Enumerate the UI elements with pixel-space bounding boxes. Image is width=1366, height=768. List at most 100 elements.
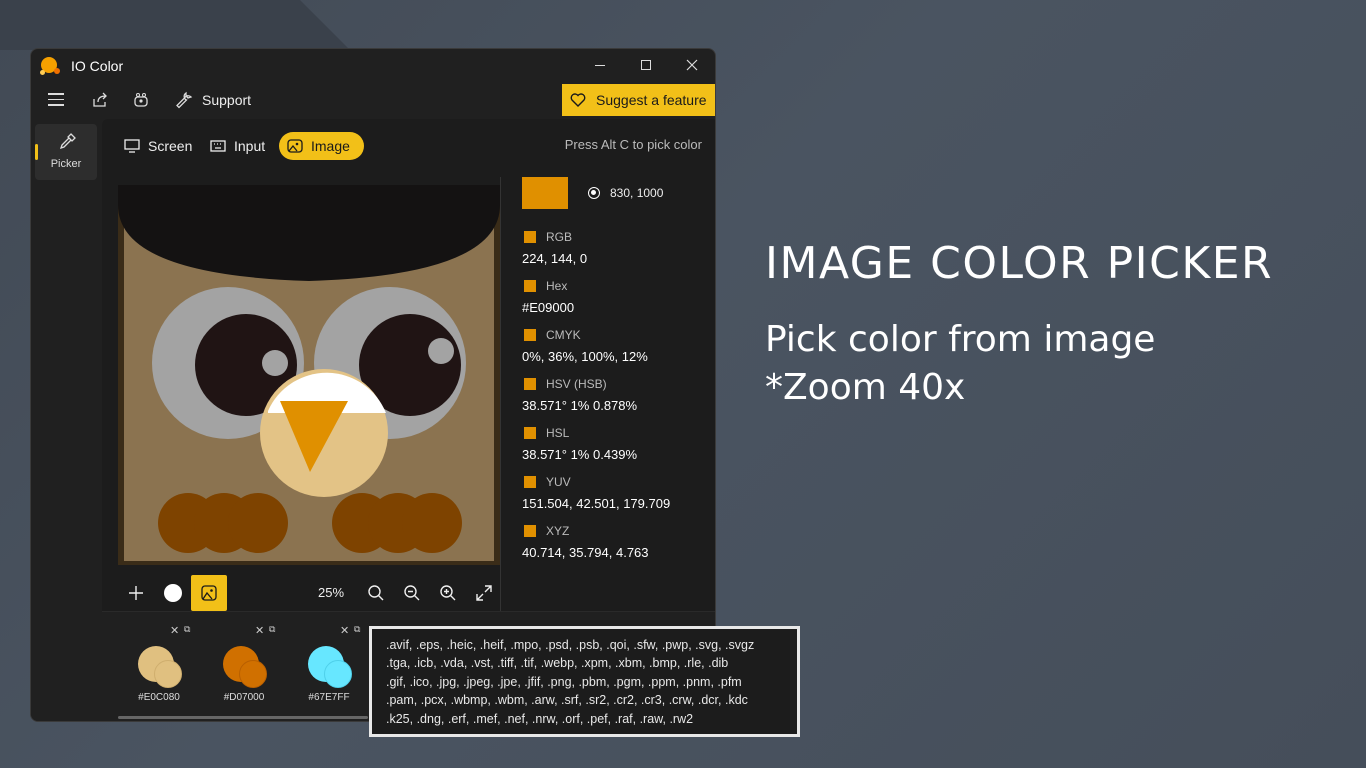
tab-input-label: Input xyxy=(234,138,266,154)
format-swatch xyxy=(524,427,536,439)
share-icon xyxy=(93,92,107,107)
minimize-button[interactable] xyxy=(577,49,623,81)
format-value[interactable]: #E09000 xyxy=(522,300,574,315)
eyedropper-icon xyxy=(59,133,76,150)
support-label[interactable]: Support xyxy=(202,92,251,108)
title-bar: IO Color xyxy=(31,49,715,83)
color-mode-button[interactable] xyxy=(155,575,191,611)
sidebar-item-label: Picker xyxy=(50,158,82,170)
close-icon xyxy=(686,59,698,71)
tooltip-line: .pam, .pcx, .wbmp, .wbm, .arw, .srf, .sr… xyxy=(386,693,748,708)
coordinate-radio[interactable] xyxy=(588,187,600,199)
tab-screen[interactable]: Screen xyxy=(124,132,192,160)
copy-color-icon[interactable]: ⧉ xyxy=(184,624,190,635)
wrench-icon xyxy=(176,91,193,109)
zoom-in-icon xyxy=(440,585,456,601)
suggest-feature-button[interactable]: Suggest a feature xyxy=(562,84,715,116)
saved-color-item[interactable]: ✕ ⧉ #D07000 xyxy=(203,624,283,714)
format-name: RGB xyxy=(546,230,573,244)
monitor-icon xyxy=(124,139,140,153)
zoom-out-button[interactable] xyxy=(394,575,430,611)
saved-color-item[interactable]: ✕ ⧉ #E0C080 xyxy=(118,624,198,714)
menu-button[interactable] xyxy=(48,93,64,110)
circle-icon xyxy=(164,584,182,602)
suggest-feature-label: Suggest a feature xyxy=(596,92,707,108)
tooltip-line: .gif, .ico, .jpg, .jpeg, .jpe, .jfif, .p… xyxy=(386,674,742,689)
search-icon xyxy=(368,585,384,601)
format-value[interactable]: 151.504, 42.501, 179.709 xyxy=(522,496,670,511)
format-name: HSL xyxy=(546,426,570,440)
owl-image xyxy=(118,185,500,567)
tooltip-line: .k25, .dng, .erf, .mef, .nef, .nrw, .orf… xyxy=(386,711,694,726)
format-value[interactable]: 0%, 36%, 100%, 12% xyxy=(522,349,648,364)
app-logo-icon xyxy=(40,57,61,75)
format-value[interactable]: 38.571° 1% 0.439% xyxy=(522,447,637,462)
tooltip-line: .avif, .eps, .heic, .heif, .mpo, .psd, .… xyxy=(386,638,755,652)
format-value[interactable]: 38.571° 1% 0.878% xyxy=(522,398,637,413)
format-swatch xyxy=(524,231,536,243)
app-title: IO Color xyxy=(71,58,124,74)
tooltip-line: .tga, .icb, .vda, .vst, .tiff, .tif, .we… xyxy=(386,656,729,671)
image-icon xyxy=(287,139,303,153)
keyboard-icon xyxy=(210,140,226,152)
add-image-button[interactable] xyxy=(118,575,154,611)
format-swatch xyxy=(524,525,536,537)
format-name: Hex xyxy=(546,279,568,293)
plus-icon xyxy=(129,586,143,600)
app-window: IO Color Support Suggest a feature Picke… xyxy=(30,48,716,722)
tab-input[interactable]: Input xyxy=(210,132,265,160)
format-value[interactable]: 224, 144, 0 xyxy=(522,251,587,266)
zoom-in-button[interactable] xyxy=(430,575,466,611)
sidebar-item-picker[interactable]: Picker xyxy=(35,124,97,180)
format-swatch xyxy=(524,378,536,390)
format-swatch xyxy=(524,329,536,341)
theme-button[interactable] xyxy=(130,89,152,111)
tab-screen-label: Screen xyxy=(148,138,193,154)
remove-color-icon[interactable]: ✕ xyxy=(170,624,179,637)
heart-icon xyxy=(570,93,586,107)
copy-color-icon[interactable]: ⧉ xyxy=(269,624,275,635)
fullscreen-button[interactable] xyxy=(466,575,502,611)
palette-icon xyxy=(134,93,148,107)
copy-color-icon[interactable]: ⧉ xyxy=(354,624,360,635)
panel-divider xyxy=(500,177,501,613)
maximize-button[interactable] xyxy=(623,49,669,81)
remove-color-icon[interactable]: ✕ xyxy=(255,624,264,637)
close-button[interactable] xyxy=(669,49,715,81)
support-button[interactable] xyxy=(173,89,195,111)
saved-color-swatch-overlay xyxy=(324,660,352,688)
share-button[interactable] xyxy=(89,89,111,111)
promo-line-2: *Zoom 40x xyxy=(765,367,966,408)
tab-image-label: Image xyxy=(311,138,350,154)
format-swatch xyxy=(524,476,536,488)
saved-color-swatch-overlay xyxy=(154,660,182,688)
image-canvas[interactable] xyxy=(118,185,500,567)
saved-color-item[interactable]: ✕ ⧉ #67E7FF xyxy=(288,624,368,714)
image-view-button[interactable] xyxy=(191,575,227,611)
format-value[interactable]: 40.714, 35.794, 4.763 xyxy=(522,545,649,560)
promo-line-1: Pick color from image xyxy=(765,319,1156,360)
pick-coordinates: 830, 1000 xyxy=(610,186,664,200)
canvas-toolbar: 25% xyxy=(118,575,500,611)
remove-color-icon[interactable]: ✕ xyxy=(340,624,349,637)
maximize-icon xyxy=(641,60,651,70)
saved-color-swatch-overlay xyxy=(239,660,267,688)
format-name: CMYK xyxy=(546,328,581,342)
tab-image[interactable]: Image xyxy=(279,132,364,160)
promo-title: IMAGE COLOR PICKER xyxy=(765,238,1274,289)
horizontal-scrollbar[interactable] xyxy=(118,716,368,719)
zoom-level: 25% xyxy=(318,585,345,600)
image-icon xyxy=(201,585,217,601)
zoom-reset-button[interactable] xyxy=(358,575,394,611)
promo-subtitle: Pick color from image *Zoom 40x xyxy=(765,316,1155,412)
format-name: YUV xyxy=(546,475,571,489)
saved-color-hex: #D07000 xyxy=(223,692,265,703)
shortcut-hint: Press Alt C to pick color xyxy=(564,137,702,152)
saved-color-hex: #67E7FF xyxy=(308,692,350,703)
zoom-out-icon xyxy=(404,585,420,601)
sidebar: Picker xyxy=(31,119,101,721)
minimize-icon xyxy=(595,64,605,66)
format-name: HSV (HSB) xyxy=(546,377,607,391)
saved-color-hex: #E0C080 xyxy=(138,692,180,703)
format-name: XYZ xyxy=(546,524,570,538)
